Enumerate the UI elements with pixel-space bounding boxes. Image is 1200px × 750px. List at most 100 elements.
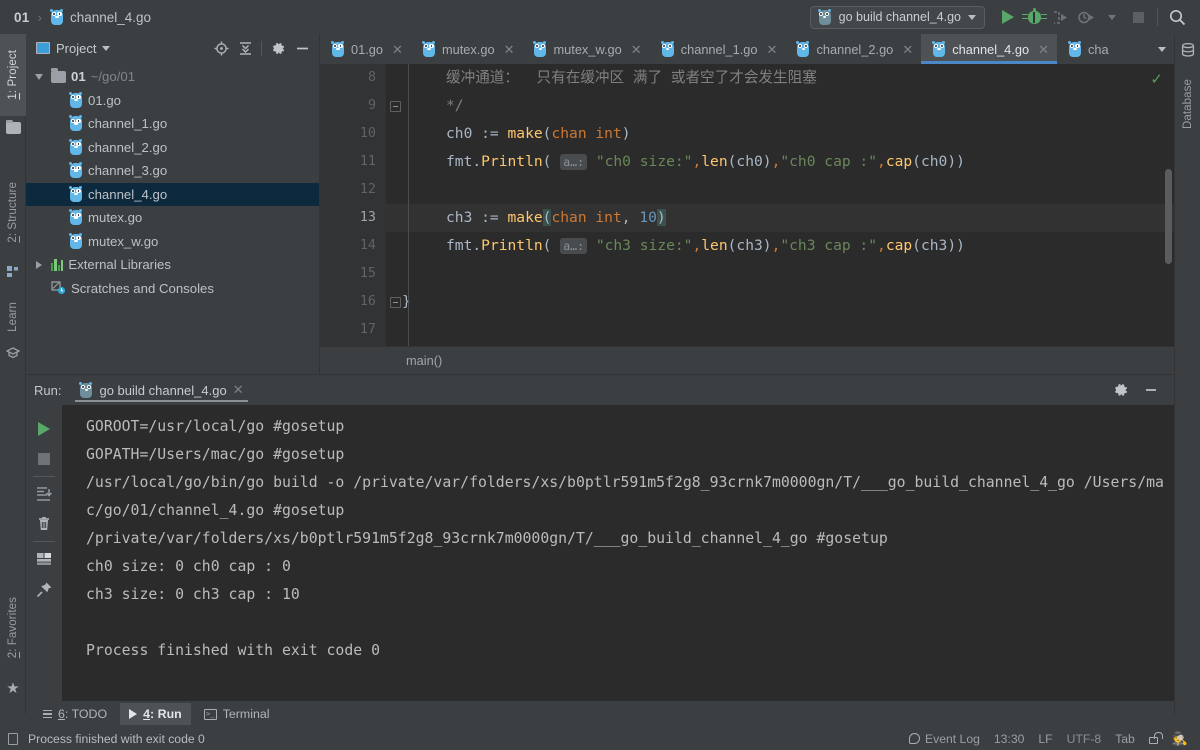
sidebar-item-project[interactable]: 1: Project — [0, 34, 26, 116]
search-everywhere-button[interactable] — [1164, 5, 1190, 29]
line-number: 15 — [359, 266, 376, 281]
editor-gutter[interactable]: 8 9 10 11 12 13 14 15 16 17 — [320, 64, 386, 346]
editor-tab-01-go[interactable]: 01.go ✕ — [320, 34, 411, 64]
editor-vertical-scrollbar[interactable] — [1165, 169, 1172, 264]
run-with-coverage-button[interactable] — [1047, 5, 1073, 29]
editor-tab-channel-truncated[interactable]: cha — [1057, 34, 1111, 64]
close-icon[interactable]: ✕ — [389, 43, 403, 56]
tree-node-file[interactable]: mutex_w.go — [26, 230, 319, 254]
code-line-current[interactable]: ch3 := make(chan int, 10) — [386, 204, 1174, 232]
editor-tab-channel-4-go[interactable]: channel_4.go ✕ — [921, 34, 1057, 64]
tree-node-file[interactable]: channel_3.go — [26, 159, 319, 183]
code-line[interactable]: } — [386, 288, 1174, 316]
line-number: 17 — [359, 322, 376, 337]
pin-button[interactable] — [29, 574, 59, 604]
code-token-function: cap — [885, 237, 913, 254]
breadcrumb-project[interactable]: 01 — [14, 10, 30, 25]
code-line-empty[interactable] — [386, 316, 1174, 344]
run-session-tab[interactable]: go build channel_4.go ✕ — [71, 376, 251, 404]
chevron-down-icon[interactable] — [102, 45, 111, 51]
trash-icon — [39, 517, 49, 530]
code-line[interactable]: 缓冲通道： 只有在缓冲区 满了 或者空了才会发生阻塞 — [386, 64, 1174, 92]
sidebar-item-learn[interactable]: Learn — [0, 290, 26, 344]
document-icon[interactable] — [8, 732, 18, 745]
editor-tab-mutex-w-go[interactable]: mutex_w.go ✕ — [522, 34, 649, 64]
print-button[interactable] — [29, 544, 59, 574]
code-line-empty[interactable] — [386, 260, 1174, 288]
close-icon[interactable]: ✕ — [501, 43, 515, 56]
tree-node-file[interactable]: channel_2.go — [26, 136, 319, 160]
code-line-empty[interactable] — [386, 176, 1174, 204]
status-bar: Process finished with exit code 0 Event … — [0, 727, 1200, 750]
debug-icon — [1021, 7, 1047, 24]
encoding[interactable]: UTF-8 — [1067, 732, 1102, 746]
editor-tab-channel-1-go[interactable]: channel_1.go ✕ — [650, 34, 786, 64]
event-log-button[interactable]: Event Log — [909, 732, 980, 746]
code-token: ch3 := — [446, 209, 508, 226]
more-tabs-button[interactable] — [1150, 34, 1174, 64]
code-line[interactable]: */ — [386, 92, 1174, 120]
line-separator[interactable]: LF — [1038, 732, 1052, 746]
code-token: ( — [542, 237, 561, 254]
profile-dropdown[interactable] — [1099, 5, 1125, 29]
tree-node-file[interactable]: channel_1.go — [26, 112, 319, 136]
tree-node-file[interactable]: mutex.go — [26, 206, 319, 230]
sidebar-item-database[interactable]: Database — [1175, 66, 1200, 142]
close-icon[interactable]: ✕ — [764, 43, 778, 56]
locate-button[interactable] — [210, 37, 232, 59]
go-file-icon — [331, 40, 345, 57]
stop-button[interactable] — [1125, 5, 1151, 29]
editor-tab-mutex-go[interactable]: mutex.go ✕ — [411, 34, 523, 64]
close-icon[interactable]: ✕ — [628, 43, 642, 56]
bottom-tab-todo[interactable]: 6: TODO — [34, 703, 116, 725]
run-configuration-selector[interactable]: go build channel_4.go — [809, 5, 985, 29]
code-token: , — [621, 209, 640, 226]
close-icon[interactable]: ✕ — [899, 43, 913, 56]
hide-panel-button[interactable] — [291, 37, 313, 59]
run-icon — [1002, 10, 1014, 24]
settings-button[interactable] — [267, 37, 289, 59]
run-settings-button[interactable] — [1110, 379, 1132, 401]
tree-node-scratches[interactable]: Scratches and Consoles — [26, 277, 319, 301]
tree-node-file[interactable]: 01.go — [26, 89, 319, 113]
code-line[interactable]: fmt.Println( a…: "ch0 size:",len(ch0),"c… — [386, 148, 1174, 176]
bottom-tab-run[interactable]: 4: Run — [120, 703, 191, 725]
clear-all-button[interactable] — [29, 509, 59, 539]
code-editor[interactable]: 8 9 10 11 12 13 14 15 16 17 缓冲通道： 只有在缓冲区… — [320, 64, 1174, 374]
chevron-down-icon — [1158, 46, 1166, 52]
code-line[interactable]: ch0 := make(chan int) — [386, 120, 1174, 148]
debug-button[interactable] — [1021, 5, 1047, 29]
tree-node-file-selected[interactable]: channel_4.go — [26, 182, 319, 206]
sidebar-item-favorites[interactable]: 2: Favorites — [0, 580, 26, 676]
run-button[interactable] — [995, 5, 1021, 29]
close-icon[interactable]: ✕ — [233, 382, 244, 398]
run-console-output[interactable]: GOROOT=/usr/local/go #gosetup GOPATH=/Us… — [62, 405, 1174, 701]
lock-icon[interactable] — [1148, 731, 1163, 744]
bottom-tab-terminal[interactable]: >_ Terminal — [195, 703, 279, 725]
breadcrumb-file[interactable]: channel_4.go — [70, 10, 151, 25]
stop-button[interactable] — [29, 444, 59, 474]
sidebar-item-structure[interactable]: 2: Structure — [0, 164, 26, 260]
editor-tab-channel-2-go[interactable]: channel_2.go ✕ — [785, 34, 921, 64]
twisty-collapsed-icon[interactable] — [32, 260, 46, 269]
breadcrumb-function[interactable]: main() — [406, 353, 442, 368]
scroll-to-end-button[interactable] — [29, 479, 59, 509]
line-number: 12 — [359, 182, 376, 197]
hide-run-panel-button[interactable] — [1140, 379, 1162, 401]
close-icon[interactable]: ✕ — [1035, 43, 1049, 56]
tab-mnemonic: 2 — [7, 235, 19, 243]
profile-button[interactable] — [1073, 5, 1099, 29]
collapse-all-button[interactable] — [234, 37, 256, 59]
twisty-expanded-icon[interactable] — [32, 73, 46, 80]
code-token-function: len — [701, 237, 728, 254]
tree-node-external-libraries[interactable]: External Libraries — [26, 253, 319, 277]
indent-setting[interactable]: Tab — [1115, 732, 1135, 746]
code-content[interactable]: 缓冲通道： 只有在缓冲区 满了 或者空了才会发生阻塞 */ ch0 := mak… — [386, 64, 1174, 346]
code-token: (ch0) — [727, 153, 772, 170]
hector-icon[interactable]: 🕵 — [1172, 731, 1188, 747]
code-line[interactable]: fmt.Println( a…: "ch3 size:",len(ch3),"c… — [386, 232, 1174, 260]
inspection-status-icon[interactable]: ✓ — [1150, 70, 1163, 88]
rerun-button[interactable] — [29, 414, 59, 444]
tree-node-root[interactable]: 01 ~/go/01 — [26, 65, 319, 89]
go-run-config-icon — [817, 8, 832, 25]
